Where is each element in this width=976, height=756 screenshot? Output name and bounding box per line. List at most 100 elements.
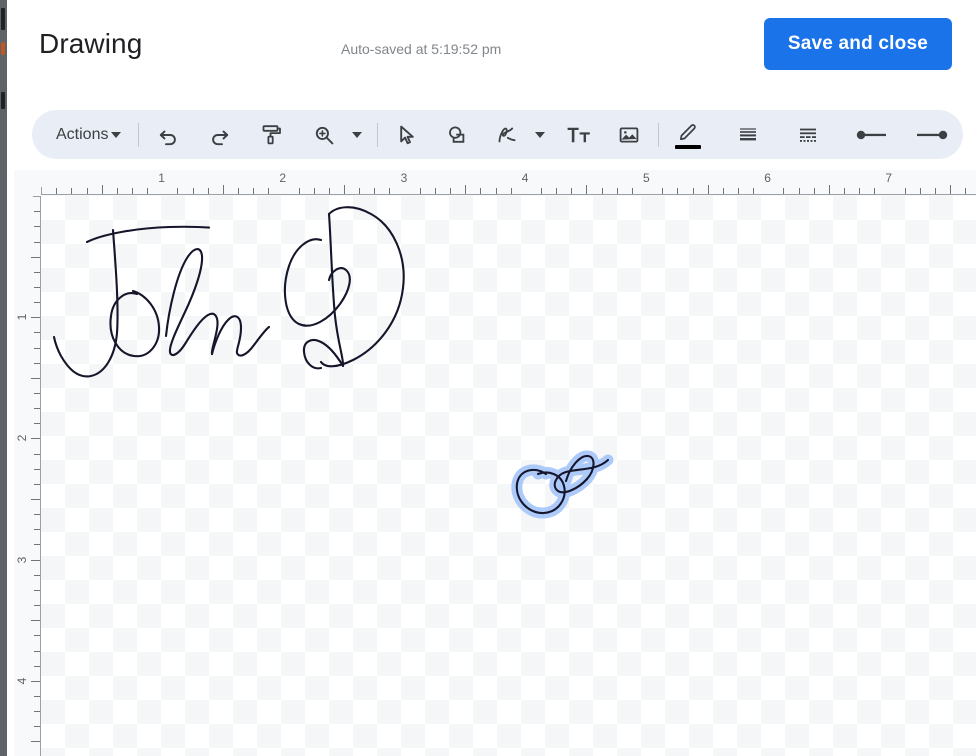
ruler-tick: [859, 188, 861, 194]
select-tool[interactable]: [387, 115, 427, 155]
ruler-tick: [34, 453, 40, 455]
ruler-tick: [753, 188, 755, 194]
ruler-tick: [34, 483, 40, 485]
background-glyph: [1, 42, 5, 55]
ruler-tick: [34, 393, 40, 394]
ruler-tick: [510, 188, 512, 194]
ruler-tick: [34, 468, 40, 470]
ruler-tick: [434, 188, 436, 194]
zoom-button[interactable]: [304, 115, 344, 155]
ruler-tick: [374, 188, 376, 194]
ruler-tick: [34, 302, 40, 304]
border-color-swatch: [675, 144, 702, 149]
zoom-dropdown-button[interactable]: [346, 115, 368, 155]
ruler-tick: [34, 605, 40, 607]
drawing-dialog: Drawing Auto-saved at 5:19:52 pm Save an…: [7, 0, 976, 756]
shape-tool[interactable]: [437, 115, 477, 155]
ruler-tick: [344, 185, 345, 194]
toolbar-divider: [377, 122, 379, 147]
dialog-header: Drawing Auto-saved at 5:19:52 pm Save an…: [7, 0, 976, 88]
ruler-tick: [253, 188, 255, 194]
ruler-tick: [268, 188, 270, 194]
ruler-label: 1: [158, 171, 165, 185]
ruler-tick: [34, 514, 40, 516]
ruler-tick: [601, 188, 603, 194]
redo-icon: [212, 130, 229, 145]
ruler-tick: [34, 726, 40, 728]
ruler-tick: [31, 317, 40, 319]
ruler-tick: [480, 188, 482, 194]
ruler-tick: [934, 188, 936, 194]
zoom-in-icon: [316, 126, 334, 144]
ruler-tick: [495, 188, 497, 194]
border-weight-tool[interactable]: [728, 115, 768, 155]
background-glyph: [1, 92, 5, 109]
ruler-tick: [31, 559, 40, 561]
page-title: Drawing: [39, 28, 143, 59]
ruler-tick: [450, 188, 452, 194]
ruler-tick: [56, 188, 58, 194]
horizontal-ruler[interactable]: 1 2 3 4 5 6 7: [14, 170, 976, 196]
line-start-icon: [857, 130, 887, 139]
ruler-tick: [34, 332, 40, 334]
line-tool[interactable]: [487, 115, 527, 155]
toolbar-divider: [138, 122, 140, 147]
ruler-tick: [34, 711, 40, 713]
ruler-baseline: [40, 196, 41, 756]
vertical-ruler[interactable]: 1 2 3 4: [14, 170, 41, 756]
line-dropdown-button[interactable]: [529, 115, 551, 155]
line-weight-icon: [740, 127, 757, 140]
pencil-icon: [680, 123, 697, 140]
redo-button[interactable]: [200, 115, 240, 155]
ruler-tick: [34, 226, 40, 228]
paint-format-button[interactable]: [252, 115, 292, 155]
drawing-canvas[interactable]: [41, 196, 976, 756]
border-dash-tool[interactable]: [788, 115, 828, 155]
signature-drawing[interactable]: [41, 196, 976, 756]
ruler-tick: [34, 665, 40, 667]
ruler-label: 4: [15, 677, 29, 685]
image-icon: [620, 127, 639, 142]
toolbar-divider: [658, 122, 660, 147]
zoom-control[interactable]: [304, 115, 368, 155]
undo-icon: [160, 130, 177, 145]
ruler-tick: [586, 185, 588, 194]
ruler-tick: [238, 188, 239, 194]
ruler-tick: [101, 185, 103, 194]
ruler-tick: [616, 188, 618, 194]
ruler-tick: [31, 377, 40, 379]
line-dash-icon: [800, 128, 817, 142]
ruler-tick: [34, 347, 40, 349]
ruler-label: 2: [279, 171, 287, 185]
ruler-tick: [677, 188, 679, 194]
ruler-tick: [34, 696, 40, 697]
background-glyph: [1, 8, 5, 30]
line-end-tool[interactable]: [912, 115, 952, 155]
image-tool[interactable]: [609, 115, 649, 155]
ruler-tick: [798, 188, 800, 194]
background-document-strip: [0, 0, 7, 756]
ruler-tick: [828, 185, 830, 194]
ruler-origin-mark: [33, 196, 41, 197]
ruler-tick: [965, 188, 967, 194]
ruler-tick: [34, 574, 40, 576]
background-document-text: [0, 0, 7, 200]
ruler-tick: [389, 188, 391, 194]
ruler-tick: [34, 271, 40, 273]
actions-menu[interactable]: Actions: [46, 115, 129, 155]
ruler-tick: [874, 188, 876, 194]
line-control[interactable]: [487, 115, 551, 155]
ruler-tick: [31, 438, 40, 440]
text-box-tool[interactable]: [559, 115, 599, 155]
chevron-down-icon: [111, 131, 122, 138]
actions-menu-label: Actions: [56, 125, 109, 143]
save-and-close-button[interactable]: Save and close: [763, 18, 952, 70]
ruler-label: 1: [15, 313, 29, 321]
ruler-tick: [86, 188, 88, 194]
border-color-tool[interactable]: [668, 115, 708, 155]
ruler-tick: [31, 680, 40, 682]
line-start-tool[interactable]: [852, 115, 892, 155]
chevron-down-icon: [352, 131, 363, 138]
undo-button[interactable]: [148, 115, 188, 155]
ruler-tick: [707, 185, 709, 194]
